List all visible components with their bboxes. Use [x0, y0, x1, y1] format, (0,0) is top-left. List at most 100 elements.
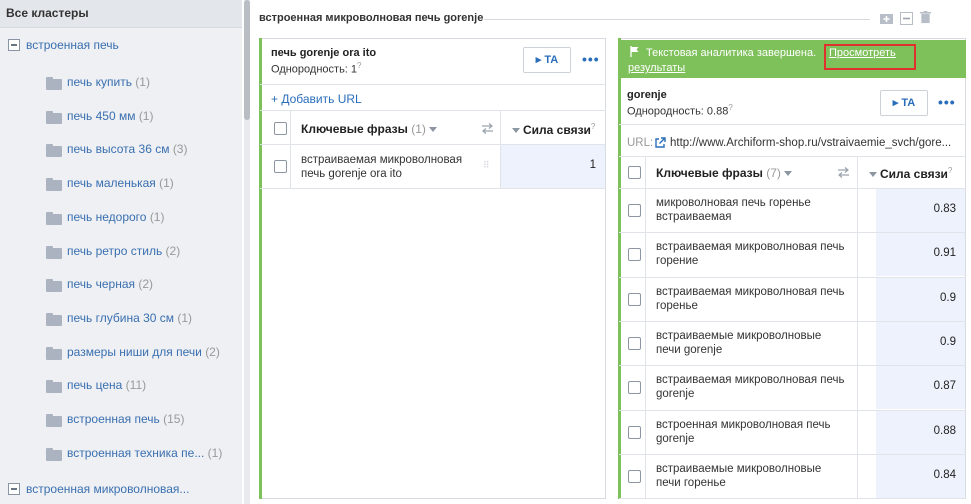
folder-icon [46, 447, 62, 461]
phrase-cell: встроенная микроволновая печь gorenje [656, 418, 831, 445]
folder-icon [46, 414, 62, 427]
strength-value: 0.9 [940, 335, 956, 348]
view-results-link-cont[interactable]: результаты [628, 62, 685, 74]
col-strength-header[interactable]: Сила связи? [512, 122, 595, 137]
folder-icon [46, 346, 62, 360]
more-icon[interactable]: ••• [938, 94, 956, 110]
strength-value: 0.88 [933, 424, 956, 437]
url-label: URL: [627, 137, 654, 149]
strength-value: 0.91 [933, 247, 956, 260]
col-divider [290, 111, 291, 189]
flag-icon [630, 46, 639, 57]
status-text: Текстовая аналитика завершена. [646, 47, 817, 59]
sidebar-cluster-item[interactable]: печь черная (2) [67, 277, 153, 297]
add-folder-icon[interactable] [880, 12, 893, 25]
drag-handle-icon[interactable]: ⠿ [483, 160, 490, 171]
strength-value: 0.83 [933, 203, 956, 215]
phrase-cell: микроволновая печь горенье встраиваемая [656, 197, 811, 223]
strength-value: 0.87 [933, 380, 956, 393]
row-checkbox[interactable] [628, 248, 641, 262]
row-checkbox[interactable] [628, 469, 641, 483]
trash-icon[interactable] [919, 11, 932, 24]
page-title: встроенная микроволновая печь gorenje [259, 12, 484, 24]
cluster-panel-left [259, 38, 606, 499]
folder-icon [46, 380, 62, 394]
phrase-cell: встраиваемые микроволновые печи gorenje [656, 329, 822, 356]
sidebar-cluster-item[interactable]: печь ретро стиль (2) [67, 244, 180, 264]
row-checkbox[interactable] [274, 160, 287, 173]
folder-icon [46, 178, 62, 192]
panel-accent [618, 38, 621, 499]
sidebar-cluster-item[interactable]: размеры ниши для печи (2) [67, 345, 220, 365]
sidebar-header-title: Все кластеры [6, 6, 89, 20]
sidebar-cluster-item[interactable]: печь глубина 30 см (1) [67, 311, 192, 331]
ta-button[interactable]: ▸ TA [523, 47, 571, 73]
col-strength-header[interactable]: Сила связи? [869, 166, 952, 181]
sort-down-icon[interactable] [428, 127, 437, 133]
folder-icon [46, 312, 62, 326]
strength-value: 0.84 [933, 468, 956, 481]
divider [619, 498, 966, 500]
col-divider [645, 157, 646, 499]
collapse-icon[interactable] [8, 39, 20, 51]
col-divider [857, 157, 858, 499]
sort-down-icon[interactable] [869, 172, 877, 178]
row-checkbox[interactable] [628, 381, 641, 395]
sidebar-cluster-item[interactable]: печь купить (1) [67, 75, 150, 95]
folder-icon [46, 279, 62, 293]
divider [260, 84, 606, 85]
col-phrases-header[interactable]: Ключевые фразы (7) [656, 166, 795, 180]
sidebar-cluster-item[interactable]: печь недорого (1) [67, 210, 164, 230]
sidebar-cluster-item[interactable]: печь маленькая (1) [67, 176, 174, 196]
sidebar-root-cluster-2[interactable]: встроенная микроволновая... [26, 482, 189, 502]
row-checkbox[interactable] [628, 425, 641, 439]
add-url-link[interactable]: + Добавить URL [271, 92, 362, 106]
phrase-cell: встраиваемые микроволновые печи горенье [656, 462, 822, 489]
phrase-cell: встраиваемая микроволновая печь gorenje … [301, 154, 463, 180]
panel-title: печь gorenje ora ito [271, 47, 377, 59]
highlight-box [824, 44, 916, 70]
row-checkbox[interactable] [628, 204, 641, 217]
swap-icon[interactable] [837, 167, 850, 178]
sidebar-scroll-thumb[interactable] [244, 0, 250, 120]
select-all-checkbox[interactable] [274, 122, 287, 135]
row-checkbox[interactable] [628, 292, 641, 306]
divider [619, 124, 966, 125]
phrase-cell: встраиваемая микроволновая печь горенье [656, 285, 845, 312]
more-icon[interactable]: ••• [582, 51, 600, 67]
strength-value: 1 [589, 159, 596, 171]
ta-button[interactable]: ▸ TA [880, 90, 928, 116]
folder-icon [46, 144, 62, 158]
help-icon[interactable]: ? [948, 166, 952, 175]
divider [260, 188, 606, 189]
homogeneity-label: Однородность: 0.88? [627, 103, 733, 118]
cluster-sidebar: Все кластеры встроенная печь печь купить… [0, 0, 242, 504]
row-checkbox[interactable] [628, 336, 641, 350]
collapse-all-icon[interactable] [900, 12, 913, 25]
phrase-cell: встраиваемая микроволновая печь gorenje [656, 374, 845, 401]
select-all-checkbox[interactable] [628, 166, 641, 179]
url-link[interactable]: http://www.Archiform-shop.ru/vstraivaemi… [670, 137, 951, 149]
sidebar-cluster-item[interactable]: печь высота 36 см (3) [67, 142, 187, 162]
folder-icon [46, 211, 62, 225]
sidebar-cluster-item[interactable]: встроенная печь (15) [67, 412, 184, 432]
sort-down-icon[interactable] [783, 171, 792, 177]
help-icon[interactable]: ? [357, 61, 361, 70]
divider [260, 110, 606, 111]
folder-icon [46, 77, 62, 90]
sidebar-cluster-item[interactable]: печь цена (11) [67, 378, 146, 398]
collapse-icon[interactable] [8, 483, 20, 495]
sidebar-cluster-item[interactable]: встроенная техника пе... (1) [67, 446, 222, 466]
help-icon[interactable]: ? [728, 103, 732, 112]
sort-down-icon[interactable] [512, 128, 520, 134]
col-phrases-header[interactable]: Ключевые фразы (1) [301, 122, 440, 136]
divider [619, 156, 966, 157]
phrase-cell: встраиваемая микроволновая печь горение [656, 241, 845, 268]
panel-title: gorenje [627, 89, 667, 101]
panel-accent [259, 38, 262, 499]
sidebar-root-cluster[interactable]: встроенная печь [26, 38, 119, 58]
sidebar-cluster-item[interactable]: печь 450 мм (1) [67, 109, 153, 129]
external-link-icon[interactable] [654, 137, 666, 149]
swap-icon[interactable] [481, 123, 494, 134]
help-icon[interactable]: ? [591, 122, 595, 131]
